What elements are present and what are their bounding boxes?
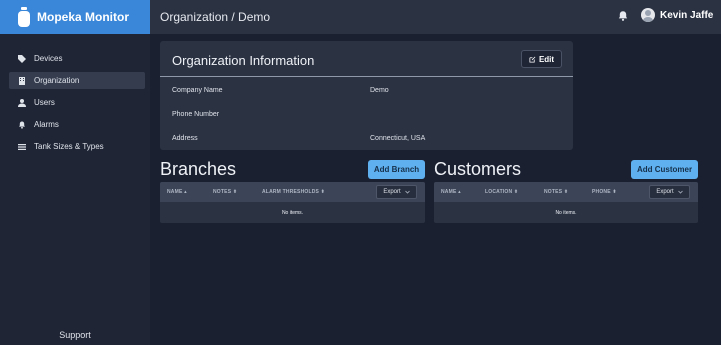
branches-export-button[interactable]: Export xyxy=(376,185,417,199)
sidebar-item-alarms[interactable]: Alarms xyxy=(9,116,145,133)
building-icon xyxy=(19,76,25,85)
customers-empty-state: No items. xyxy=(555,210,577,216)
customers-table: NAME ▴ LOCATION ⬍ NOTES ⬍ PHONE ⬍ Export… xyxy=(434,182,698,223)
branches-title: Branches xyxy=(160,159,237,179)
address-label: Address xyxy=(172,135,198,142)
customers-table-header: NAME ▴ LOCATION ⬍ NOTES ⬍ PHONE ⬍ Export xyxy=(434,182,698,202)
list-icon xyxy=(18,143,26,150)
breadcrumb: Organization / Demo xyxy=(160,10,271,24)
company-name-value: Demo xyxy=(370,87,389,94)
bell-icon xyxy=(19,121,25,129)
sidebar-item-organization[interactable]: Organization xyxy=(9,72,145,89)
edit-icon xyxy=(529,56,536,63)
branches-table: NAME ▴ NOTES ⬍ ALARM THRESHOLDS ⬍ Export… xyxy=(160,182,425,223)
avatar xyxy=(641,8,655,22)
export-label: Export xyxy=(656,189,674,195)
add-customer-button[interactable]: Add Customer xyxy=(631,160,698,179)
add-branch-button[interactable]: Add Branch xyxy=(368,160,425,179)
column-header-notes[interactable]: NOTES ⬍ xyxy=(544,189,568,195)
sidebar-item-label: Users xyxy=(34,98,55,107)
branches-empty-state: No items. xyxy=(281,210,304,216)
phone-number-label: Phone Number xyxy=(172,111,220,118)
edit-button-label: Edit xyxy=(538,54,555,64)
brand-logo[interactable]: Mopeka Monitor xyxy=(0,0,150,34)
customers-export-button[interactable]: Export xyxy=(649,185,690,199)
column-header-name[interactable]: NAME ▴ xyxy=(167,189,187,195)
chevron-down-icon xyxy=(404,190,410,194)
edit-button[interactable]: Edit xyxy=(521,50,562,68)
company-name-label: Company Name xyxy=(172,87,223,94)
sidebar-item-users[interactable]: Users xyxy=(9,94,145,111)
branches-table-header: NAME ▴ NOTES ⬍ ALARM THRESHOLDS ⬍ Export xyxy=(160,182,425,202)
card-divider xyxy=(160,76,573,77)
card-title: Organization Information xyxy=(172,53,315,68)
tag-icon xyxy=(18,54,26,63)
column-header-location[interactable]: LOCATION ⬍ xyxy=(485,189,518,195)
sidebar-item-tank-sizes[interactable]: Tank Sizes & Types xyxy=(9,138,145,155)
chevron-down-icon xyxy=(677,190,683,194)
brand-name: Mopeka Monitor xyxy=(37,10,129,24)
tank-icon xyxy=(18,7,30,27)
support-link[interactable]: Support xyxy=(0,330,150,340)
organization-info-card: Organization Information Edit Company Na… xyxy=(160,41,573,150)
user-icon xyxy=(18,98,26,107)
column-header-name[interactable]: NAME ▴ xyxy=(441,189,461,195)
column-header-phone[interactable]: PHONE ⬍ xyxy=(592,189,617,195)
customers-title: Customers xyxy=(434,159,522,179)
column-header-notes[interactable]: NOTES ⬍ xyxy=(213,189,237,195)
sidebar-item-label: Organization xyxy=(34,76,80,85)
top-bar: Mopeka Monitor Organization / Demo Kevin… xyxy=(0,0,721,34)
sidebar-item-devices[interactable]: Devices xyxy=(9,50,145,67)
sidebar-item-label: Alarms xyxy=(34,120,59,129)
sidebar-item-label: Devices xyxy=(34,54,63,63)
address-value: Connecticut, USA xyxy=(370,135,426,142)
column-header-alarm-thresholds[interactable]: ALARM THRESHOLDS ⬍ xyxy=(262,189,325,195)
export-label: Export xyxy=(383,189,401,195)
user-menu[interactable]: Kevin Jaffe xyxy=(641,8,713,22)
sidebar: Devices Organization Users Alarms Tank S… xyxy=(0,34,150,345)
notification-bell-icon[interactable] xyxy=(617,10,629,22)
user-name: Kevin Jaffe xyxy=(660,9,714,21)
sidebar-item-label: Tank Sizes & Types xyxy=(34,142,104,151)
